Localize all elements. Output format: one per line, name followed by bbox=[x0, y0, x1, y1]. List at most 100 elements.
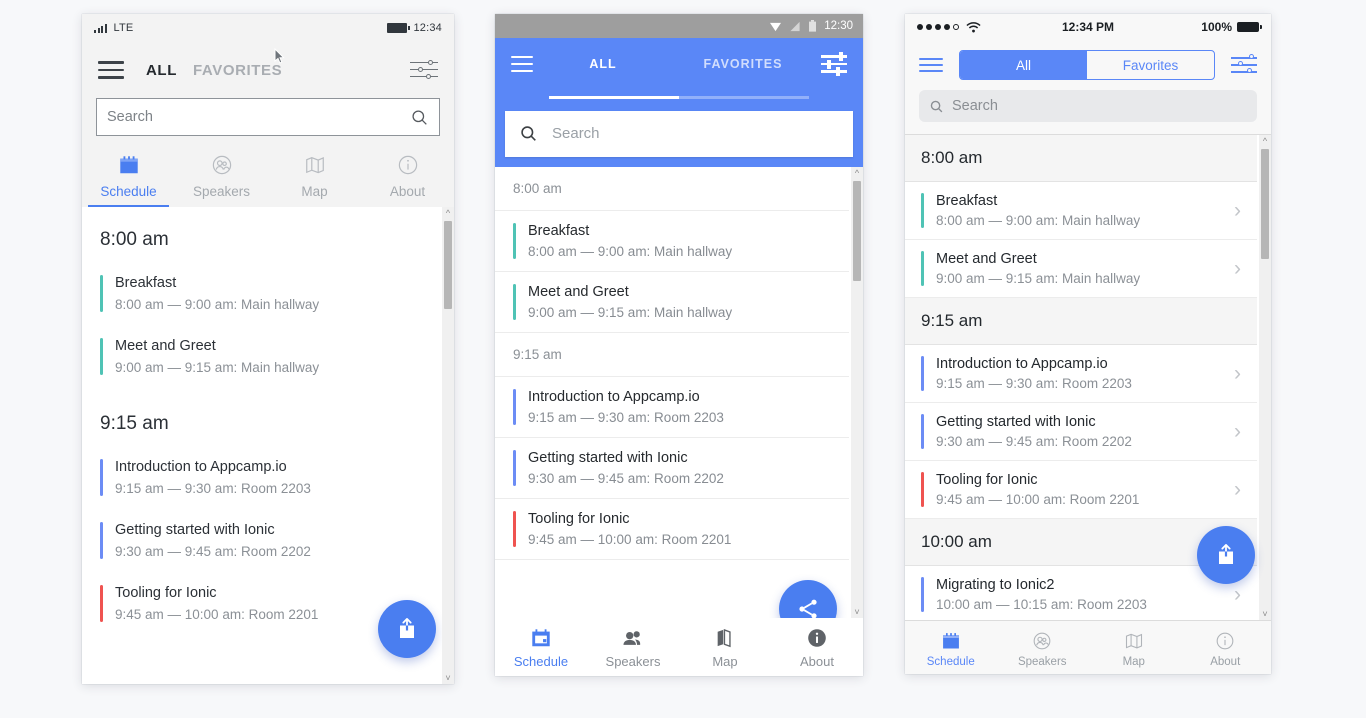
item-title: Meet and Greet bbox=[528, 283, 629, 300]
item-detail: 10:00 am — 10:15 am: Room 2203 bbox=[936, 597, 1147, 612]
item-title: Introduction to Appcamp.io bbox=[115, 459, 287, 475]
scrollbar-thumb[interactable] bbox=[853, 180, 861, 281]
list-item[interactable]: Getting started with Ionic 9:30 am — 9:4… bbox=[905, 403, 1257, 461]
segmented-control[interactable]: All Favorites bbox=[959, 50, 1215, 80]
list-item[interactable]: Getting started with Ionic 9:30 am — 9:4… bbox=[100, 512, 424, 575]
calendar-icon bbox=[905, 628, 997, 654]
android-schedule-list[interactable]: 8:00 am Breakfast 8:00 am — 9:00 am: Mai… bbox=[495, 166, 863, 618]
list-scrollbar[interactable]: ^ ˅ bbox=[442, 207, 454, 684]
accent-bar bbox=[100, 585, 103, 622]
search-input[interactable]: Search bbox=[505, 110, 853, 157]
list-item[interactable]: Breakfast 8:00 am — 9:00 am: Main hallwa… bbox=[100, 265, 424, 328]
list-item[interactable]: Introduction to Appcamp.io 9:15 am — 9:3… bbox=[495, 377, 849, 438]
scroll-down-arrow[interactable]: ˅ bbox=[1259, 608, 1271, 620]
battery-icon bbox=[809, 20, 817, 32]
scroll-down-arrow[interactable]: ˅ bbox=[851, 606, 863, 618]
tab-favorites[interactable]: FAVORITES bbox=[673, 57, 813, 71]
list-item[interactable]: Meet and Greet 9:00 am — 9:15 am: Main h… bbox=[905, 240, 1257, 298]
accent-bar bbox=[100, 275, 103, 312]
scroll-up-arrow[interactable]: ^ bbox=[851, 167, 863, 179]
tab-speakers[interactable]: Speakers bbox=[997, 628, 1089, 668]
accent-bar bbox=[921, 472, 924, 507]
tab-speakers[interactable]: Speakers bbox=[587, 625, 679, 669]
item-detail: 9:45 am — 10:00 am: Room 2201 bbox=[528, 531, 732, 547]
search-icon bbox=[521, 126, 536, 141]
tab-schedule[interactable]: Schedule bbox=[495, 625, 587, 669]
android-phone-mockup: 12:30 ALL FAVORITES Search 8:00 am Break… bbox=[495, 14, 863, 676]
item-title: Getting started with Ionic bbox=[528, 449, 688, 466]
sidebar-item-map[interactable]: Map bbox=[268, 152, 361, 207]
filter-sliders-icon[interactable] bbox=[821, 52, 847, 76]
tab-all[interactable]: ALL bbox=[146, 62, 177, 79]
tab-all[interactable]: ALL bbox=[533, 57, 673, 71]
accent-bar bbox=[921, 414, 924, 449]
item-title: Breakfast bbox=[936, 193, 998, 209]
sidebar-item-speakers[interactable]: Speakers bbox=[175, 152, 268, 207]
android-status-bar: 12:30 bbox=[495, 14, 863, 38]
search-input[interactable]: Search bbox=[96, 98, 440, 136]
share-fab-button[interactable] bbox=[378, 600, 436, 658]
share-fab-button[interactable] bbox=[779, 580, 837, 618]
tab-schedule[interactable]: Schedule bbox=[905, 628, 997, 668]
speakers-icon bbox=[587, 625, 679, 651]
list-item[interactable]: Tooling for Ionic 9:45 am — 10:00 am: Ro… bbox=[905, 461, 1257, 519]
filter-sliders-icon[interactable] bbox=[1231, 54, 1257, 75]
scroll-down-arrow[interactable]: ˅ bbox=[442, 672, 454, 684]
segment-all[interactable]: All bbox=[960, 51, 1087, 79]
segment-favorites[interactable]: Favorites bbox=[1087, 51, 1214, 79]
sidebar-item-label: Map bbox=[301, 184, 328, 199]
accent-bar bbox=[921, 251, 924, 286]
chevron-right-icon: › bbox=[1234, 478, 1241, 501]
item-title: Introduction to Appcamp.io bbox=[936, 356, 1108, 372]
hamburger-menu-icon[interactable] bbox=[511, 56, 533, 72]
item-detail: 9:30 am — 9:45 am: Room 2202 bbox=[528, 470, 724, 486]
windows-status-bar: LTE 12:34 bbox=[82, 14, 454, 42]
list-item[interactable]: Introduction to Appcamp.io 9:15 am — 9:3… bbox=[100, 449, 424, 512]
accent-bar bbox=[513, 388, 516, 425]
list-scrollbar[interactable]: ^ ˅ bbox=[1259, 135, 1271, 620]
ios-bottom-tab-bar: Schedule Speakers Map About bbox=[905, 620, 1271, 674]
item-detail: 9:45 am — 10:00 am: Room 2201 bbox=[115, 607, 319, 622]
sidebar-item-schedule[interactable]: Schedule bbox=[82, 152, 175, 207]
list-item[interactable]: Introduction to Appcamp.io 9:15 am — 9:3… bbox=[905, 345, 1257, 403]
search-input[interactable]: Search bbox=[919, 90, 1257, 122]
list-item[interactable]: Tooling for Ionic 9:45 am — 10:00 am: Ro… bbox=[495, 499, 849, 560]
list-scrollbar[interactable]: ^ ˅ bbox=[851, 166, 863, 618]
ios-phone-mockup: 12:34 PM 100% All Favorites Search 8:00 … bbox=[905, 14, 1271, 674]
scroll-up-arrow[interactable]: ^ bbox=[442, 207, 454, 219]
scroll-up-arrow[interactable]: ^ bbox=[1259, 135, 1271, 147]
tab-favorites[interactable]: FAVORITES bbox=[193, 62, 282, 79]
filter-sliders-icon[interactable] bbox=[410, 59, 438, 80]
tab-about[interactable]: About bbox=[1180, 628, 1272, 668]
list-item[interactable]: Getting started with Ionic 9:30 am — 9:4… bbox=[495, 438, 849, 499]
tab-map[interactable]: Map bbox=[1088, 628, 1180, 668]
status-time: 12:34 bbox=[413, 22, 442, 34]
item-detail: 9:30 am — 9:45 am: Room 2202 bbox=[936, 434, 1132, 449]
share-fab-button[interactable] bbox=[1197, 526, 1255, 584]
accent-bar bbox=[513, 222, 516, 259]
scrollbar-thumb[interactable] bbox=[444, 221, 452, 309]
ios-schedule-list[interactable]: 8:00 am Breakfast 8:00 am — 9:00 am: Mai… bbox=[905, 134, 1271, 620]
tab-label: Map bbox=[1122, 655, 1145, 668]
item-detail: 9:00 am — 9:15 am: Main hallway bbox=[936, 271, 1141, 286]
hamburger-menu-icon[interactable] bbox=[919, 58, 943, 72]
list-item[interactable]: Breakfast 8:00 am — 9:00 am: Main hallwa… bbox=[905, 182, 1257, 240]
list-item[interactable]: Breakfast 8:00 am — 9:00 am: Main hallwa… bbox=[495, 211, 849, 272]
scrollbar-thumb[interactable] bbox=[1261, 149, 1269, 259]
accent-bar bbox=[513, 283, 516, 320]
windows-schedule-list[interactable]: 8:00 am Breakfast 8:00 am — 9:00 am: Mai… bbox=[82, 207, 454, 684]
map-icon bbox=[1088, 628, 1180, 654]
list-item[interactable]: Meet and Greet 9:00 am — 9:15 am: Main h… bbox=[100, 328, 424, 391]
list-item[interactable]: Tooling for Ionic 9:45 am — 10:00 am: Ro… bbox=[100, 575, 424, 638]
item-title: Introduction to Appcamp.io bbox=[528, 388, 700, 405]
list-item[interactable]: Meet and Greet 9:00 am — 9:15 am: Main h… bbox=[495, 272, 849, 333]
sidebar-item-about[interactable]: About bbox=[361, 152, 454, 207]
info-icon bbox=[361, 152, 454, 178]
sidebar-item-label: Speakers bbox=[192, 184, 251, 199]
hamburger-menu-icon[interactable] bbox=[98, 61, 124, 79]
tab-label: About bbox=[1210, 655, 1241, 668]
chevron-right-icon: › bbox=[1234, 362, 1241, 385]
tab-about[interactable]: About bbox=[771, 625, 863, 669]
tab-map[interactable]: Map bbox=[679, 625, 771, 669]
info-icon bbox=[1180, 628, 1272, 654]
